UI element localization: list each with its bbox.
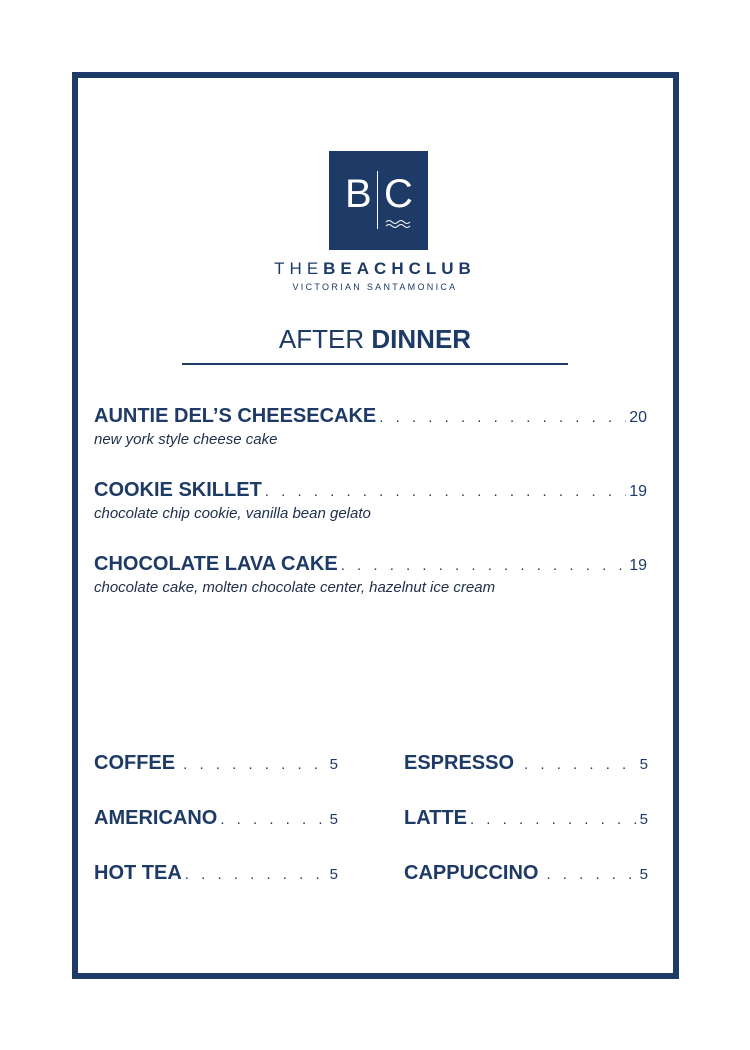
brand-name-bold: BEACHCLUB [323,259,476,278]
leader-dots: . . . . . . . . . . . . . . . . . . . . … [184,866,327,883]
item-name: LATTE [404,807,467,829]
item-name: AUNTIE DEL’S CHEESECAKE [94,405,377,427]
beverage-espresso: ESPRESSO . . . . . . . . . . . . . . . .… [404,752,648,778]
wave-icon [385,220,411,228]
item-price: 5 [329,811,338,828]
leader-dots: . . . . . . . . . . . . . . . . . . . . … [524,756,637,773]
item-price: 5 [329,866,338,883]
section-title: AFTER DINNER [0,322,750,356]
item-name: CHOCOLATE LAVA CAKE [94,553,338,575]
item-price: 5 [639,866,648,883]
beverage-americano: AMERICANO . . . . . . . . . . . . . . . … [94,807,338,833]
title-underline [182,363,568,365]
leader-dots: . . . . . . . . . . . . . . . . . . . . … [340,557,627,574]
item-name: COOKIE SKILLET [94,479,262,501]
item-price: 5 [329,756,338,773]
item-price: 5 [639,756,648,773]
item-price: 20 [629,409,647,426]
item-price: 19 [629,483,647,500]
logo-letter-c: C [384,172,414,216]
item-price: 5 [639,811,648,828]
item-name: CAPPUCCINO [404,862,539,884]
menu-item-cheesecake: AUNTIE DEL’S CHEESECAKE . . . . . . . . … [94,405,647,449]
item-description: chocolate cake, molten chocolate center,… [94,579,496,596]
item-name: AMERICANO [94,807,218,829]
item-name: COFFEE [94,752,176,774]
beverage-latte: LATTE . . . . . . . . . . . . . . . . . … [404,807,648,833]
item-name: ESPRESSO [404,752,515,774]
leader-dots: . . . . . . . . . . . . . . . . . . . . … [264,483,626,500]
leader-dots: . . . . . . . . . . . . . . . . . . . . … [469,811,637,828]
leader-dots: . . . . . . . . . . . . . . . . . . . . … [546,866,637,883]
brand-logo: B C [329,151,428,250]
beverage-hot-tea: HOT TEA . . . . . . . . . . . . . . . . … [94,862,338,888]
item-price: 19 [629,557,647,574]
item-name: HOT TEA [94,862,182,884]
leader-dots: . . . . . . . . . . . . . . . . . . . . … [220,811,327,828]
logo-letter-b: B [345,172,373,216]
section-title-light: AFTER [278,324,365,354]
leader-dots: . . . . . . . . . . . . . . . . . . . . … [379,409,626,426]
beverage-coffee: COFFEE . . . . . . . . . . . . . . . . .… [94,752,338,778]
item-description: new york style cheese cake [94,431,278,448]
item-description: chocolate chip cookie, vanilla bean gela… [94,505,371,522]
menu-item-cookie-skillet: COOKIE SKILLET . . . . . . . . . . . . .… [94,479,647,523]
brand-name: THEBEACHCLUB [0,259,750,279]
menu-item-lava-cake: CHOCOLATE LAVA CAKE . . . . . . . . . . … [94,553,647,597]
leader-dots: . . . . . . . . . . . . . . . . . . . . … [183,756,327,773]
brand-subtitle: VICTORIAN SANTAMONICA [292,282,458,292]
section-title-bold: DINNER [371,324,472,354]
beverage-cappuccino: CAPPUCCINO . . . . . . . . . . . . . . .… [404,862,648,888]
logo-divider [377,171,378,229]
brand-name-light: THE [274,259,324,278]
